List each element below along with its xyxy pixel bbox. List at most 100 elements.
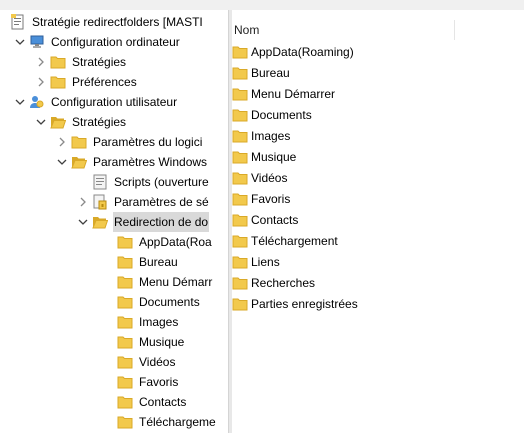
folder-icon	[232, 170, 248, 186]
tree-item-label: Configuration ordinateur	[51, 35, 180, 49]
tree-item-security-settings[interactable]: Paramètres de sé	[77, 192, 210, 212]
list-item[interactable]: Menu Démarrer	[232, 84, 335, 104]
tree-item-folder[interactable]: Musique	[117, 332, 185, 352]
tree-item-label: Téléchargeme	[139, 415, 216, 429]
list-item-label: Liens	[251, 255, 280, 269]
tree-item-label: Paramètres du logici	[93, 135, 203, 149]
folder-open-icon	[50, 114, 66, 130]
folder-open-icon	[71, 154, 87, 170]
tree-item-label: Préférences	[72, 75, 137, 89]
tree-item-folder-redirection[interactable]: Redirection de do	[77, 212, 210, 232]
list-item[interactable]: Recherches	[232, 273, 315, 293]
tree-item-folder[interactable]: Images	[117, 312, 179, 332]
folder-icon	[232, 128, 248, 144]
tree-item-folder[interactable]: Bureau	[117, 252, 179, 272]
list-item-label: Documents	[251, 108, 312, 122]
folder-icon	[117, 314, 133, 330]
results-pane[interactable]: Nom AppData(Roaming) Bureau Menu Démarrer D…	[232, 10, 524, 433]
tree-item-label: Paramètres Windows	[93, 155, 208, 169]
tree-item-label: Musique	[139, 335, 185, 349]
tree-item-folder[interactable]: Contacts	[117, 392, 187, 412]
list-item[interactable]: Favoris	[232, 189, 290, 209]
console-tree[interactable]: Stratégie redirectfolders [MASTI Configu…	[0, 10, 228, 433]
tree-item-folder[interactable]: Favoris	[117, 372, 179, 392]
folder-icon	[117, 374, 133, 390]
list-item-label: Favoris	[251, 192, 291, 206]
folder-icon	[50, 54, 66, 70]
folder-icon	[232, 65, 248, 81]
tree-item-folder[interactable]: Téléchargeme	[117, 412, 217, 432]
list-item[interactable]: Liens	[232, 252, 280, 272]
folder-icon	[232, 254, 248, 270]
list-item-label: Vidéos	[251, 171, 288, 185]
list-item-label: AppData(Roaming)	[251, 45, 354, 59]
folder-icon	[117, 234, 133, 250]
folder-icon	[232, 275, 248, 291]
tree-item-software-settings[interactable]: Paramètres du logici	[56, 132, 203, 152]
list-item[interactable]: Vidéos	[232, 168, 287, 188]
chevron-down-icon[interactable]	[14, 96, 26, 108]
folder-icon	[232, 86, 248, 102]
folder-icon	[50, 74, 66, 90]
tree-item-folder[interactable]: AppData(Roa	[117, 232, 213, 252]
list-item-label: Contacts	[251, 213, 299, 227]
chevron-down-icon[interactable]	[35, 116, 47, 128]
list-item[interactable]: Téléchargement	[232, 231, 338, 251]
tree-item-scripts[interactable]: Scripts (ouverture	[92, 172, 210, 192]
tree-item-folder[interactable]: Vidéos	[117, 352, 176, 372]
tree-item-label: Vidéos	[139, 355, 176, 369]
chevron-down-icon[interactable]	[14, 36, 26, 48]
window-top-strip	[0, 0, 524, 10]
tree-item-computer-strategies[interactable]: Stratégies	[35, 52, 127, 72]
tree-item-label: Contacts	[139, 395, 187, 409]
tree-item-computer-preferences[interactable]: Préférences	[35, 72, 138, 92]
chevron-down-icon[interactable]	[56, 156, 68, 168]
list-item[interactable]: AppData(Roaming)	[232, 42, 354, 62]
chevron-right-icon[interactable]	[35, 56, 47, 68]
folder-icon	[232, 191, 248, 207]
list-item[interactable]: Musique	[232, 147, 296, 167]
computer-icon	[29, 34, 45, 50]
tree-item-label: Redirection de do	[113, 212, 210, 232]
tree-item-label: Stratégie redirectfolders [MASTI	[32, 15, 203, 29]
folder-icon	[117, 414, 133, 430]
list-item-label: Téléchargement	[251, 234, 338, 248]
folder-icon	[232, 233, 248, 249]
folder-icon	[117, 394, 133, 410]
list-item[interactable]: Documents	[232, 105, 312, 125]
tree-item-user-strategies[interactable]: Stratégies	[35, 112, 127, 132]
tree-item-label: Menu Démarr	[139, 275, 213, 289]
script-icon	[92, 174, 108, 190]
tree-item-label: Images	[139, 315, 179, 329]
folder-icon	[117, 354, 133, 370]
chevron-right-icon[interactable]	[35, 76, 47, 88]
tree-item-label: Favoris	[139, 375, 179, 389]
tree-item-folder[interactable]: Documents	[117, 292, 201, 312]
list-item-label: Parties enregistrées	[251, 297, 358, 311]
chevron-right-icon[interactable]	[77, 196, 89, 208]
chevron-right-icon[interactable]	[56, 136, 68, 148]
tree-item-label: Configuration utilisateur	[51, 95, 178, 109]
list-item-label: Bureau	[251, 66, 290, 80]
folder-icon	[117, 294, 133, 310]
chevron-down-icon[interactable]	[77, 216, 89, 228]
tree-item-computer-config[interactable]: Configuration ordinateur	[14, 32, 181, 52]
list-item[interactable]: Parties enregistrées	[232, 294, 358, 314]
folder-icon	[232, 107, 248, 123]
tree-item-root[interactable]: Stratégie redirectfolders [MASTI	[10, 12, 204, 32]
list-item[interactable]: Bureau	[232, 63, 290, 83]
tree-item-label: Stratégies	[72, 115, 127, 129]
tree-item-folder[interactable]: Menu Démarr	[117, 272, 213, 292]
tree-item-user-config[interactable]: Configuration utilisateur	[14, 92, 178, 112]
tree-item-windows-settings[interactable]: Paramètres Windows	[56, 152, 208, 172]
list-item[interactable]: Images	[232, 126, 290, 146]
tree-item-label: Paramètres de sé	[114, 195, 209, 209]
list-item[interactable]: Contacts	[232, 210, 298, 230]
security-icon	[92, 194, 108, 210]
column-header-name[interactable]: Nom	[232, 20, 455, 40]
list-item-label: Menu Démarrer	[251, 87, 336, 101]
user-icon	[29, 94, 45, 110]
folder-icon	[71, 134, 87, 150]
list-item-label: Images	[251, 129, 291, 143]
tree-item-label: AppData(Roa	[139, 235, 212, 249]
